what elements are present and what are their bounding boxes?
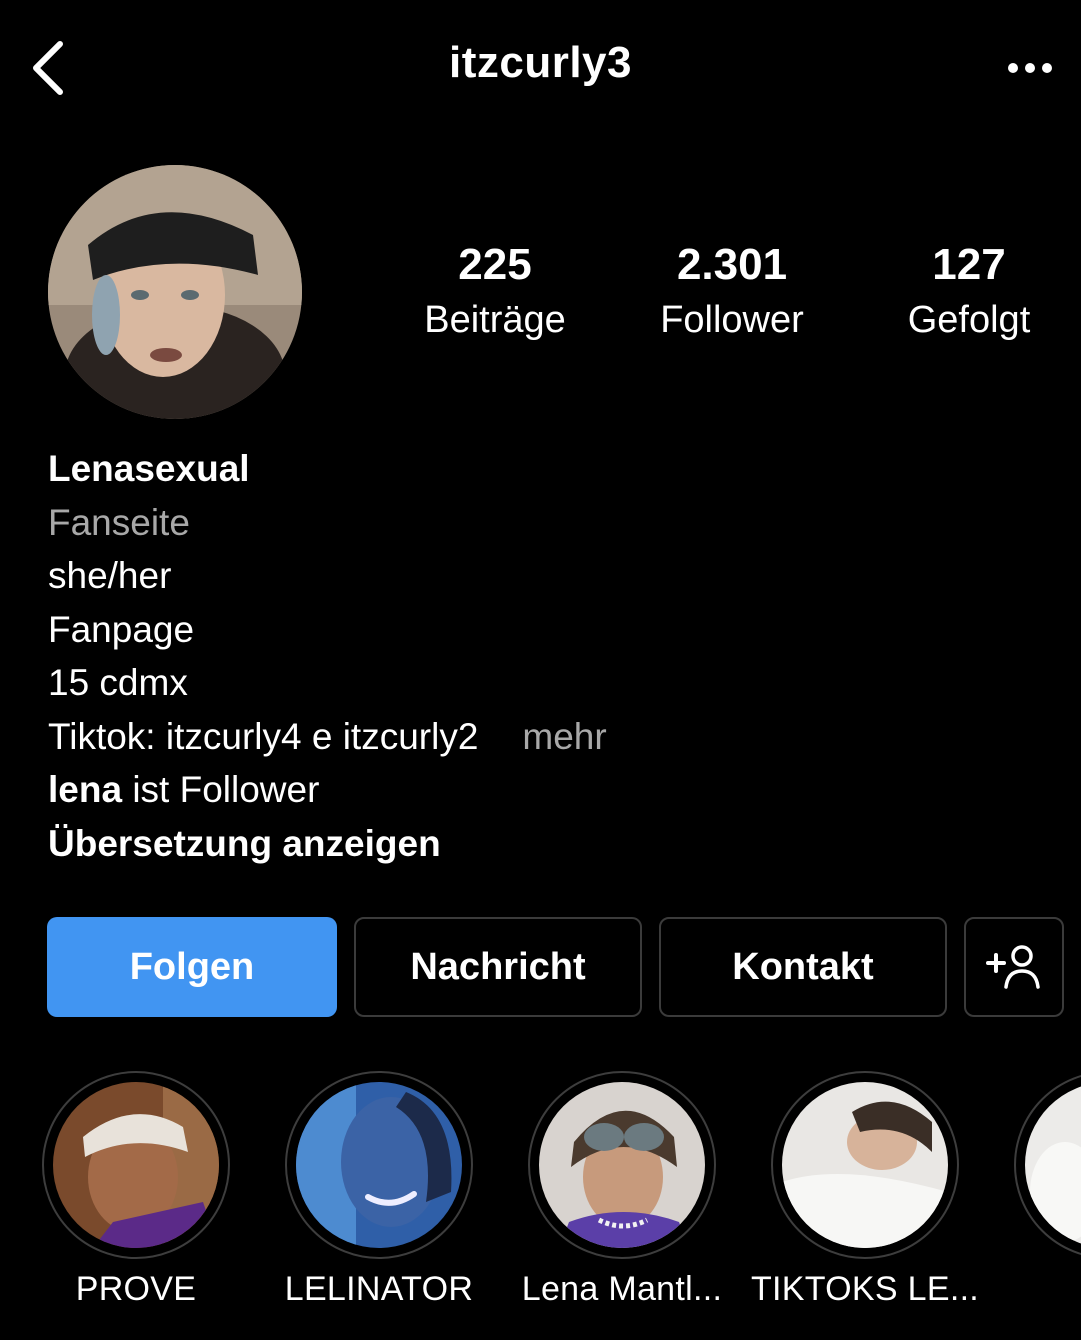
stat-followers[interactable]: 2.301 Follower xyxy=(622,238,842,348)
contact-button[interactable]: Kontakt xyxy=(659,917,947,1017)
bio-line: 15 cdmx xyxy=(48,662,188,703)
bio-line-with-more: Tiktok: itzcurly4 e itzcurly2 mehr xyxy=(48,710,607,764)
message-button[interactable]: Nachricht xyxy=(354,917,642,1017)
following-label: Gefolgt xyxy=(907,299,1031,341)
profile-avatar[interactable] xyxy=(48,165,302,419)
followers-label: Follower xyxy=(660,299,804,341)
highlight-label: PROVE xyxy=(75,1270,197,1308)
more-link[interactable]: mehr xyxy=(522,716,606,757)
suggested-users-button[interactable] xyxy=(964,917,1064,1017)
stat-posts[interactable]: 225 Beiträge xyxy=(385,238,605,348)
bio-line: she/her xyxy=(48,555,172,596)
followed-by[interactable]: lena ist Follower xyxy=(48,763,607,817)
highlight-cover xyxy=(539,1082,705,1248)
bio-line: Fanpage xyxy=(48,608,195,650)
highlight-label: LELINATOR xyxy=(284,1270,474,1308)
add-person-icon xyxy=(986,945,1040,989)
follower-suffix: ist Follower xyxy=(122,769,320,810)
highlight-cover xyxy=(296,1082,462,1248)
highlight-cover xyxy=(1025,1082,1081,1248)
highlight-cover xyxy=(782,1082,948,1248)
stat-following[interactable]: 127 Gefolgt xyxy=(859,238,1079,348)
followers-count: 2.301 xyxy=(676,240,788,289)
highlight-cover xyxy=(53,1082,219,1248)
more-options-button[interactable] xyxy=(1000,52,1060,84)
profile-username: itzcurly3 xyxy=(448,38,632,87)
profile-category: Fanseite xyxy=(48,501,190,543)
story-highlight[interactable] xyxy=(285,1071,473,1259)
follower-name[interactable]: lena xyxy=(48,769,122,810)
profile-photo xyxy=(48,165,302,419)
story-highlight[interactable] xyxy=(42,1071,230,1259)
highlight-label: Lena Mantl... xyxy=(521,1270,723,1308)
highlight-label: TIKTOKS LE... xyxy=(750,1270,980,1308)
story-highlight-partial-wrapper xyxy=(1014,1071,1081,1259)
bio-line: Tiktok: itzcurly4 e itzcurly2 xyxy=(48,715,479,757)
profile-bio: Lenasexual Fanseite she/her Fanpage 15 c… xyxy=(48,442,607,870)
story-highlight[interactable] xyxy=(1014,1071,1081,1259)
ellipsis-icon xyxy=(1008,63,1052,73)
show-translation-link[interactable]: Übersetzung anzeigen xyxy=(48,817,607,871)
posts-count: 225 xyxy=(458,240,532,289)
follow-button[interactable]: Folgen xyxy=(47,917,337,1017)
following-count: 127 xyxy=(932,240,1006,289)
posts-label: Beiträge xyxy=(424,299,566,341)
profile-name: Lenasexual xyxy=(48,448,250,489)
story-highlight[interactable] xyxy=(771,1071,959,1259)
story-highlight[interactable] xyxy=(528,1071,716,1259)
